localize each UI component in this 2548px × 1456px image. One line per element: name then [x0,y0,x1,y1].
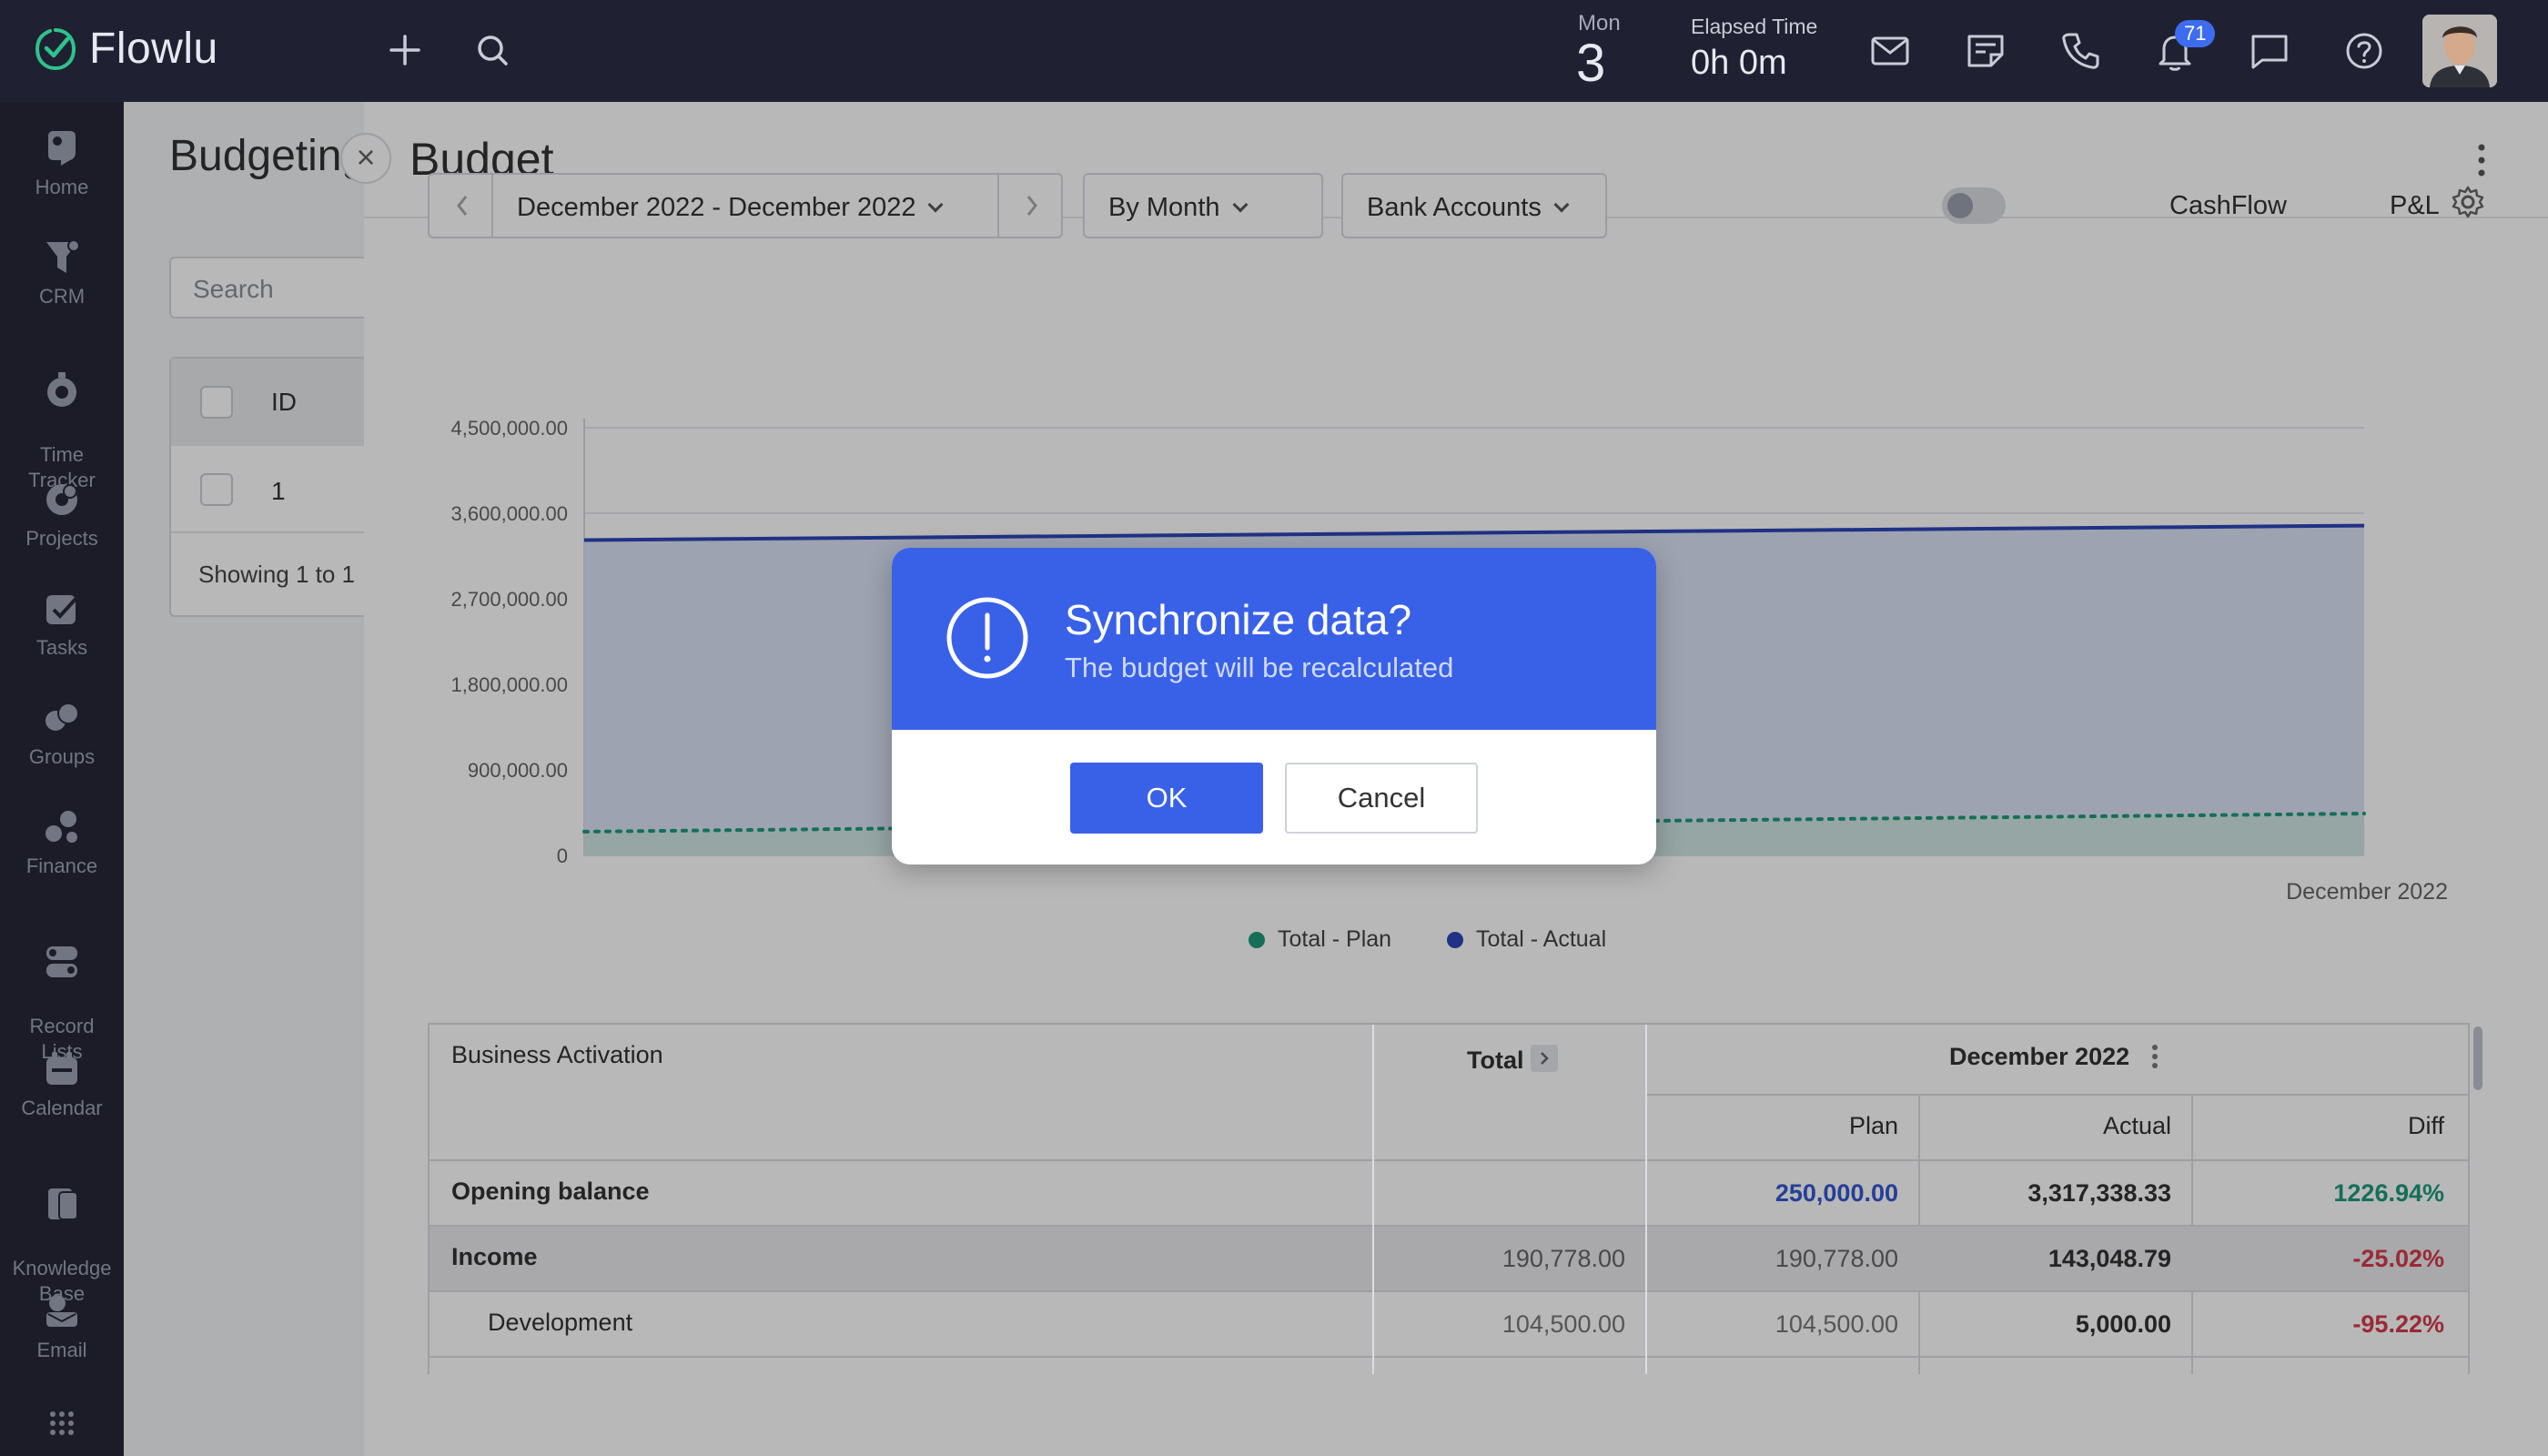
column-divider [1645,1025,1647,1374]
column-divider [1372,1025,1374,1374]
sync-confirm-dialog: Synchronize data? The budget will be rec… [892,548,1656,864]
warning-icon [946,597,1028,679]
cancel-button[interactable]: Cancel [1285,763,1478,834]
dialog-header: Synchronize data? The budget will be rec… [892,548,1656,730]
dialog-subtitle: The budget will be recalculated [1065,652,1454,683]
ok-button[interactable]: OK [1070,763,1263,834]
dialog-title: Synchronize data? [1065,596,1412,643]
